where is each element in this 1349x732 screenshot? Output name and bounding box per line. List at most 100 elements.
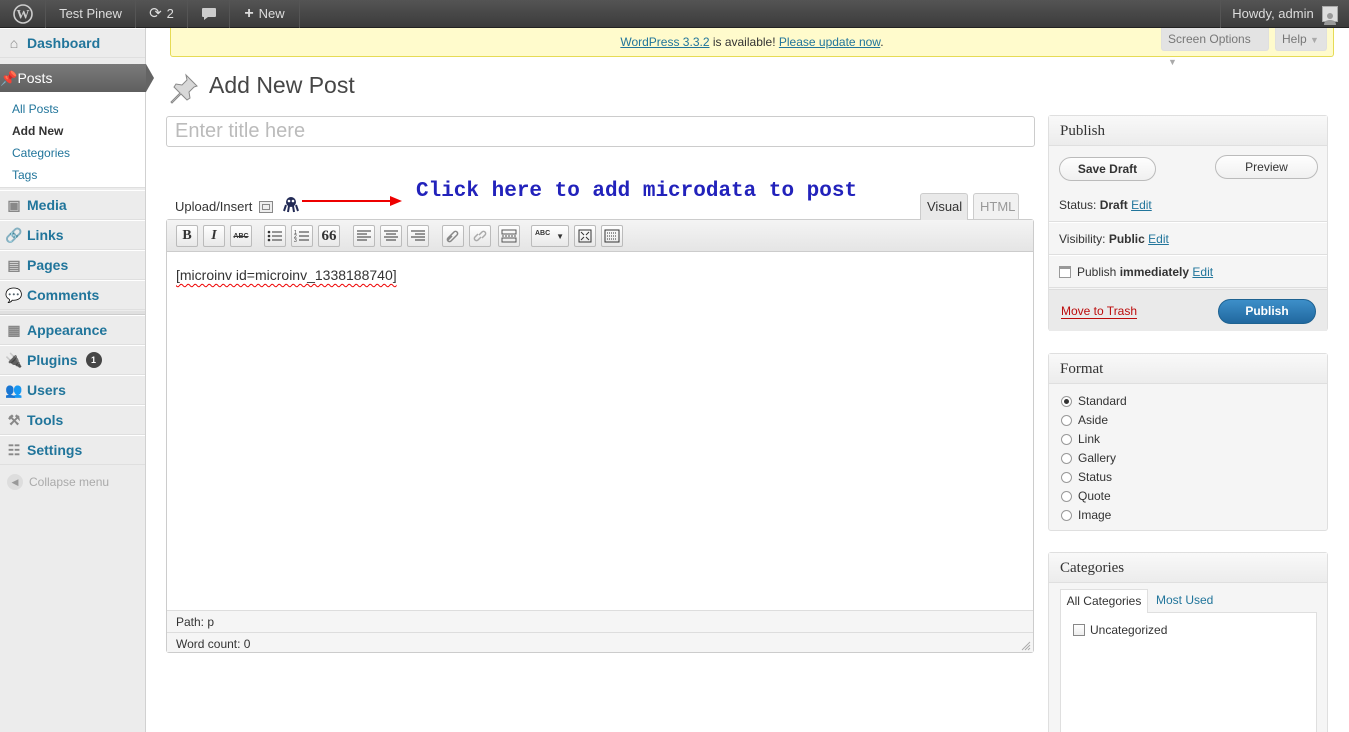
checkbox-icon: [1073, 624, 1085, 636]
tab-all-categories[interactable]: All Categories: [1060, 589, 1148, 613]
radio-icon: [1061, 509, 1072, 521]
plug-icon: 🔌: [5, 351, 23, 368]
sidebar-item-tools[interactable]: ⚒ Tools: [0, 405, 145, 435]
tab-visual[interactable]: Visual: [920, 193, 968, 220]
sidebar-item-settings[interactable]: ☷ Settings: [0, 435, 145, 465]
bold-button[interactable]: B: [176, 225, 198, 247]
sidebar-item-label: Appearance: [27, 322, 108, 338]
svg-text:3: 3: [294, 238, 297, 243]
format-label: Status: [1078, 470, 1113, 484]
appearance-icon: ▦: [7, 321, 21, 338]
format-option-aside[interactable]: Aside: [1061, 413, 1108, 427]
format-option-status[interactable]: Status: [1061, 470, 1112, 484]
path-display: Path: p: [176, 615, 214, 629]
edit-schedule-link[interactable]: Edit: [1192, 265, 1213, 279]
sidebar-item-label: Links: [27, 227, 64, 243]
sidebar-item-media[interactable]: ▣ Media: [0, 190, 145, 220]
my-account-link[interactable]: Howdy, admin: [1220, 0, 1349, 28]
admin-bar: W Test Pinew ⟳ 2 + New Howdy, admin: [0, 0, 1349, 28]
sidebar-item-label: Settings: [27, 442, 83, 458]
preview-button[interactable]: Preview: [1215, 155, 1318, 179]
editor-status-bar: Path: p Word count: 0: [167, 610, 1033, 652]
dropdown-arrow-icon: ▼: [1310, 35, 1319, 45]
screen-options-button[interactable]: Screen Options ▼: [1161, 28, 1269, 67]
collapse-menu-button[interactable]: ◀ Collapse menu: [0, 472, 145, 492]
blockquote-button[interactable]: 66: [318, 225, 340, 247]
edit-status-link[interactable]: Edit: [1131, 198, 1152, 212]
publish-box: Publish Save Draft Preview Status: Draft…: [1048, 115, 1328, 331]
sidebar-item-label: Media: [27, 197, 67, 213]
align-right-icon[interactable]: [407, 225, 429, 247]
format-option-standard[interactable]: Standard: [1061, 394, 1127, 408]
edit-visibility-link[interactable]: Edit: [1148, 232, 1169, 246]
sidebar-item-links[interactable]: 🔗 Links: [0, 220, 145, 250]
radio-icon: [1061, 433, 1072, 445]
insert-more-tag-icon[interactable]: [498, 225, 520, 247]
pages-icon: ▤: [7, 256, 21, 273]
post-editor: B I ABC 123 66 ABC ▼ [microinv id=microi…: [166, 219, 1034, 653]
insert-link-icon[interactable]: [442, 225, 464, 247]
sidebar-item-label: Plugins: [27, 352, 78, 368]
format-option-link[interactable]: Link: [1061, 432, 1100, 446]
comment-bubble-icon: [201, 8, 216, 20]
submenu-add-new[interactable]: Add New: [12, 124, 63, 138]
sidebar-item-posts[interactable]: 📌 Posts: [0, 64, 154, 92]
sidebar-item-label: Dashboard: [27, 35, 101, 51]
submenu-categories[interactable]: Categories: [12, 146, 70, 160]
pushpin-icon: [168, 72, 200, 104]
sidebar-item-comments[interactable]: 💬 Comments: [0, 280, 145, 310]
help-label: Help: [1282, 32, 1307, 46]
submenu-tags[interactable]: Tags: [12, 168, 37, 182]
publish-button[interactable]: Publish: [1218, 299, 1316, 324]
numbered-list-icon[interactable]: 123: [291, 225, 313, 247]
move-to-trash-link[interactable]: Move to Trash: [1061, 304, 1138, 319]
comments-link[interactable]: [188, 0, 230, 28]
help-button[interactable]: Help ▼: [1275, 28, 1327, 51]
sidebar-item-appearance[interactable]: ▦ Appearance: [0, 315, 145, 345]
wordpress-logo-icon[interactable]: W: [0, 0, 46, 28]
unlink-icon[interactable]: [469, 225, 491, 247]
format-option-gallery[interactable]: Gallery: [1061, 451, 1116, 465]
media-icon: ▣: [7, 196, 21, 213]
updates-link[interactable]: ⟳ 2: [136, 0, 188, 28]
align-left-icon[interactable]: [353, 225, 375, 247]
admin-sidebar: ⌂ Dashboard 📌 Posts All Posts Add New Cate…: [0, 28, 154, 732]
sidebar-item-pages[interactable]: ▤ Pages: [0, 250, 145, 280]
strikethrough-button[interactable]: ABC: [230, 225, 252, 247]
editor-shortcode: [microinv id=microinv_1338188740]: [176, 267, 397, 283]
format-option-quote[interactable]: Quote: [1061, 489, 1111, 503]
editor-content[interactable]: [microinv id=microinv_1338188740]: [176, 267, 397, 283]
format-label: Gallery: [1078, 451, 1117, 465]
dropdown-arrow-icon: ▼: [1168, 57, 1177, 67]
tab-html[interactable]: HTML: [973, 193, 1019, 219]
spellcheck-button[interactable]: ABC ▼: [531, 225, 569, 247]
format-label: Image: [1078, 508, 1112, 522]
upload-insert-label: Upload/Insert: [175, 199, 253, 214]
new-content-link[interactable]: + New: [230, 0, 300, 28]
microdata-button-icon[interactable]: [282, 196, 300, 214]
spellcheck-label: ABC: [535, 229, 551, 237]
post-title-input[interactable]: Enter title here: [166, 116, 1035, 147]
sidebar-item-label: Posts: [17, 70, 53, 86]
add-media-icon[interactable]: [259, 200, 274, 213]
update-notice: WordPress 3.3.2 is available! Please upd…: [170, 28, 1334, 57]
format-option-image[interactable]: Image: [1061, 508, 1111, 522]
sidebar-item-dashboard[interactable]: ⌂ Dashboard: [0, 28, 145, 58]
submenu-all-posts[interactable]: All Posts: [12, 102, 59, 116]
resize-handle-icon[interactable]: [1021, 640, 1031, 651]
kitchen-sink-icon[interactable]: [601, 225, 623, 247]
wordpress-version-link[interactable]: WordPress 3.3.2: [620, 35, 709, 49]
screen-options-label: Screen Options: [1168, 32, 1251, 46]
fullscreen-icon[interactable]: [574, 225, 596, 247]
save-draft-button[interactable]: Save Draft: [1059, 157, 1156, 181]
sidebar-item-users[interactable]: 👥 Users: [0, 375, 145, 405]
bullet-list-icon[interactable]: [264, 225, 286, 247]
italic-button[interactable]: I: [203, 225, 225, 247]
align-center-icon[interactable]: [380, 225, 402, 247]
publish-heading: Publish: [1049, 116, 1327, 146]
category-item-uncategorized[interactable]: Uncategorized: [1073, 623, 1167, 637]
update-now-link[interactable]: Please update now: [779, 35, 880, 49]
site-name-link[interactable]: Test Pinew: [46, 0, 136, 28]
tab-most-used[interactable]: Most Used: [1156, 593, 1213, 607]
sidebar-item-plugins[interactable]: 🔌 Plugins 1: [0, 345, 145, 375]
